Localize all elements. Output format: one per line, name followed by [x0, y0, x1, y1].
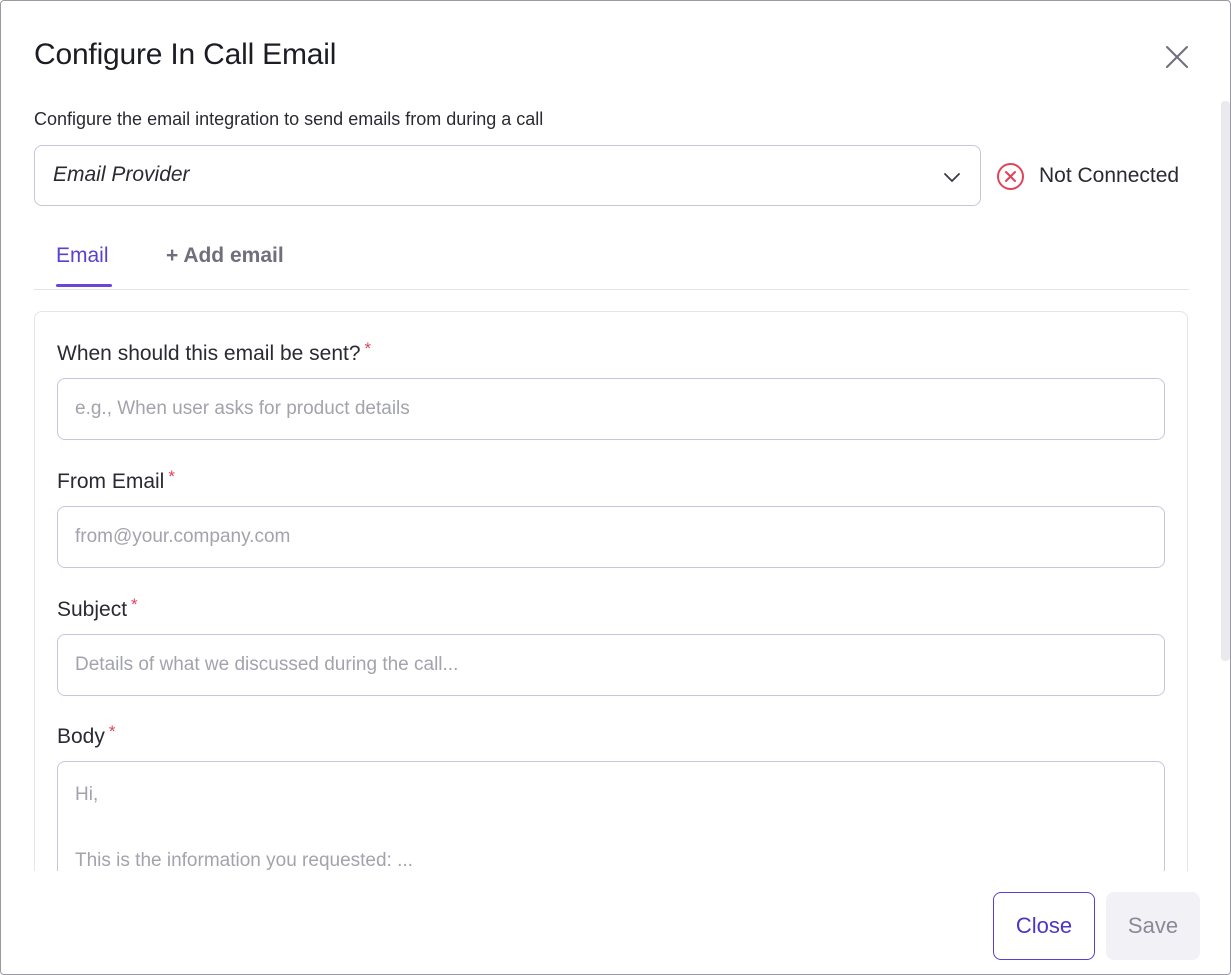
close-icon[interactable]	[1161, 41, 1193, 73]
dialog-title: Configure In Call Email	[34, 38, 337, 71]
save-button[interactable]: Save	[1106, 892, 1200, 960]
subject-label: Subject *	[57, 592, 138, 623]
from-email-label-text: From Email	[57, 470, 165, 493]
body-label-text: Body	[57, 725, 105, 748]
required-marker: *	[168, 467, 175, 486]
tab-email[interactable]: Email	[56, 241, 109, 271]
when-label: When should this email be sent? *	[57, 336, 371, 367]
active-tab-indicator	[56, 284, 112, 287]
scrollbar[interactable]	[1221, 101, 1230, 661]
configure-email-dialog: Configure In Call Email Configure the em…	[0, 0, 1231, 975]
dialog-subtitle: Configure the email integration to send …	[34, 109, 544, 129]
connection-status: Not Connected	[996, 161, 1179, 191]
email-tabs: Email + Add email	[34, 237, 1189, 290]
required-marker: *	[131, 595, 138, 614]
connection-status-text: Not Connected	[1039, 164, 1180, 187]
tab-add-email[interactable]: + Add email	[166, 241, 284, 271]
close-button[interactable]: Close	[993, 892, 1095, 960]
body-label: Body *	[57, 719, 116, 750]
x-circle-icon	[997, 162, 1024, 190]
chevron-down-icon	[944, 173, 960, 182]
when-label-text: When should this email be sent?	[57, 342, 361, 365]
email-provider-value: Email Provider	[53, 163, 190, 186]
from-email-input[interactable]	[57, 506, 1165, 568]
email-provider-select[interactable]: Email Provider	[34, 145, 981, 206]
required-marker: *	[108, 722, 116, 741]
from-email-label: From Email *	[57, 464, 175, 495]
subject-label-text: Subject	[57, 598, 128, 621]
subject-input[interactable]	[57, 634, 1165, 696]
when-input[interactable]	[57, 378, 1165, 440]
required-marker: *	[364, 339, 372, 358]
